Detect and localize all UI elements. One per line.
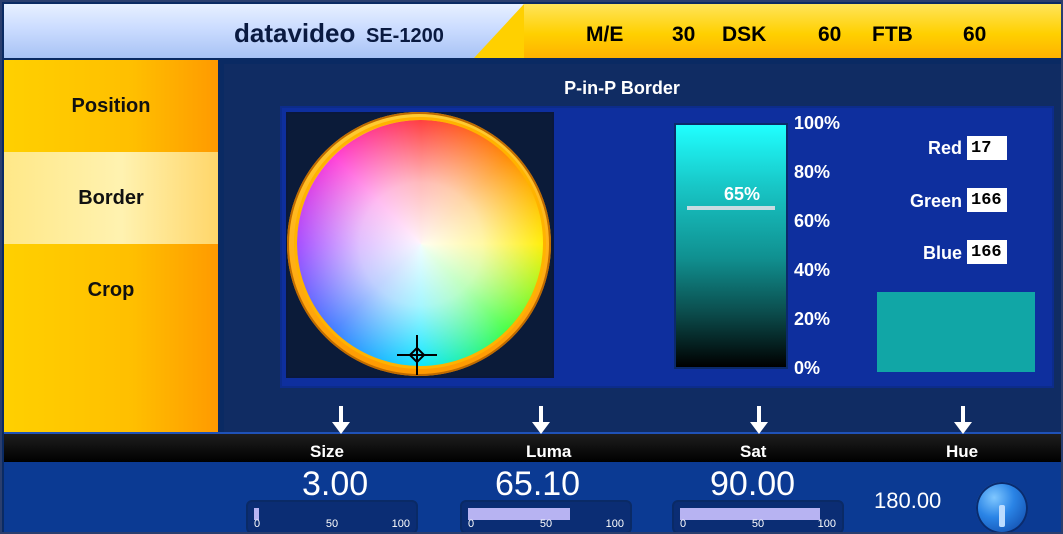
green-label: Green — [909, 191, 962, 211]
luma-level-bar[interactable] — [674, 123, 788, 369]
sat-tick-0: 0 — [680, 518, 687, 530]
luma-label: Luma — [526, 442, 572, 461]
brand-logo: datavideo — [234, 18, 355, 49]
menu-item-border[interactable]: Border — [4, 152, 218, 244]
sat-value: 90.00 — [710, 465, 796, 503]
luma-scale-60: 60% — [794, 211, 831, 231]
red-label: Red — [927, 138, 962, 158]
size-arrow-icon — [332, 406, 350, 436]
sat-slider-fill — [680, 508, 820, 520]
left-menu: Position Border Crop — [4, 60, 218, 432]
luma-arrow-icon — [532, 406, 550, 436]
size-tick-0: 0 — [254, 518, 261, 530]
size-slider[interactable]: 0 50 100 — [246, 500, 418, 532]
green-value[interactable]: 166 — [967, 188, 1007, 212]
status-me-value: 30 — [672, 23, 696, 46]
sat-arrow-icon — [750, 406, 768, 436]
luma-scale-100: 100% — [794, 113, 841, 133]
hue-knob[interactable] — [976, 482, 1028, 532]
sat-slider[interactable]: 0 50 100 — [672, 500, 844, 532]
sat-label: Sat — [740, 442, 767, 461]
status-me-label: M/E — [586, 23, 624, 46]
status-wedge — [474, 4, 524, 58]
menu-item-crop[interactable]: Crop — [4, 244, 218, 336]
status-dsk-label: DSK — [722, 23, 767, 46]
menu-item-position[interactable]: Position — [4, 60, 218, 152]
menu-item-label: Border — [78, 186, 144, 209]
size-value: 3.00 — [302, 465, 369, 503]
luma-scale-0: 0% — [794, 358, 821, 378]
luma-value: 65.10 — [495, 465, 581, 503]
luma-tick-50: 50 — [539, 518, 553, 530]
luma-slider[interactable]: 0 50 100 — [460, 500, 632, 532]
status-ftb-label: FTB — [872, 23, 913, 46]
hue-label: Hue — [946, 442, 979, 461]
color-swatch — [877, 292, 1035, 372]
hue-knob-indicator — [999, 505, 1005, 527]
luma-tick-0: 0 — [468, 518, 475, 530]
menu-item-label: Crop — [87, 278, 135, 301]
model-name: SE-1200 — [366, 25, 444, 47]
size-label: Size — [310, 442, 345, 461]
luma-level-marker[interactable] — [687, 206, 775, 210]
luma-tick-100: 100 — [605, 518, 624, 530]
size-tick-50: 50 — [325, 518, 339, 530]
menu-item-label: Position — [71, 94, 151, 117]
app-window: datavideo SE-1200 M/E 30 DSK 60 FTB 60 P… — [0, 0, 1063, 534]
luma-slider-fill — [468, 508, 570, 520]
brand-primary: datavideo — [234, 18, 356, 48]
blue-label: Blue — [922, 243, 962, 263]
color-picker-crosshair[interactable] — [397, 335, 437, 375]
panel-title: P-in-P Border — [564, 78, 680, 98]
color-wheel-outline — [294, 117, 546, 369]
luma-percent-label: 65% — [724, 184, 761, 204]
red-value[interactable]: 17 — [967, 136, 1007, 160]
luma-scale-80: 80% — [794, 162, 831, 182]
size-tick-100: 100 — [391, 518, 410, 530]
status-ftb-value: 60 — [963, 23, 987, 46]
top-bar: datavideo SE-1200 M/E 30 DSK 60 FTB 60 — [4, 4, 1061, 58]
luma-scale-40: 40% — [794, 260, 831, 280]
sat-tick-50: 50 — [751, 518, 765, 530]
hue-arrow-icon — [954, 406, 972, 436]
sat-tick-100: 100 — [817, 518, 836, 530]
luma-scale-20: 20% — [794, 309, 831, 329]
blue-value[interactable]: 166 — [967, 240, 1007, 264]
status-dsk-value: 60 — [818, 23, 842, 46]
hue-value: 180.00 — [874, 488, 942, 513]
